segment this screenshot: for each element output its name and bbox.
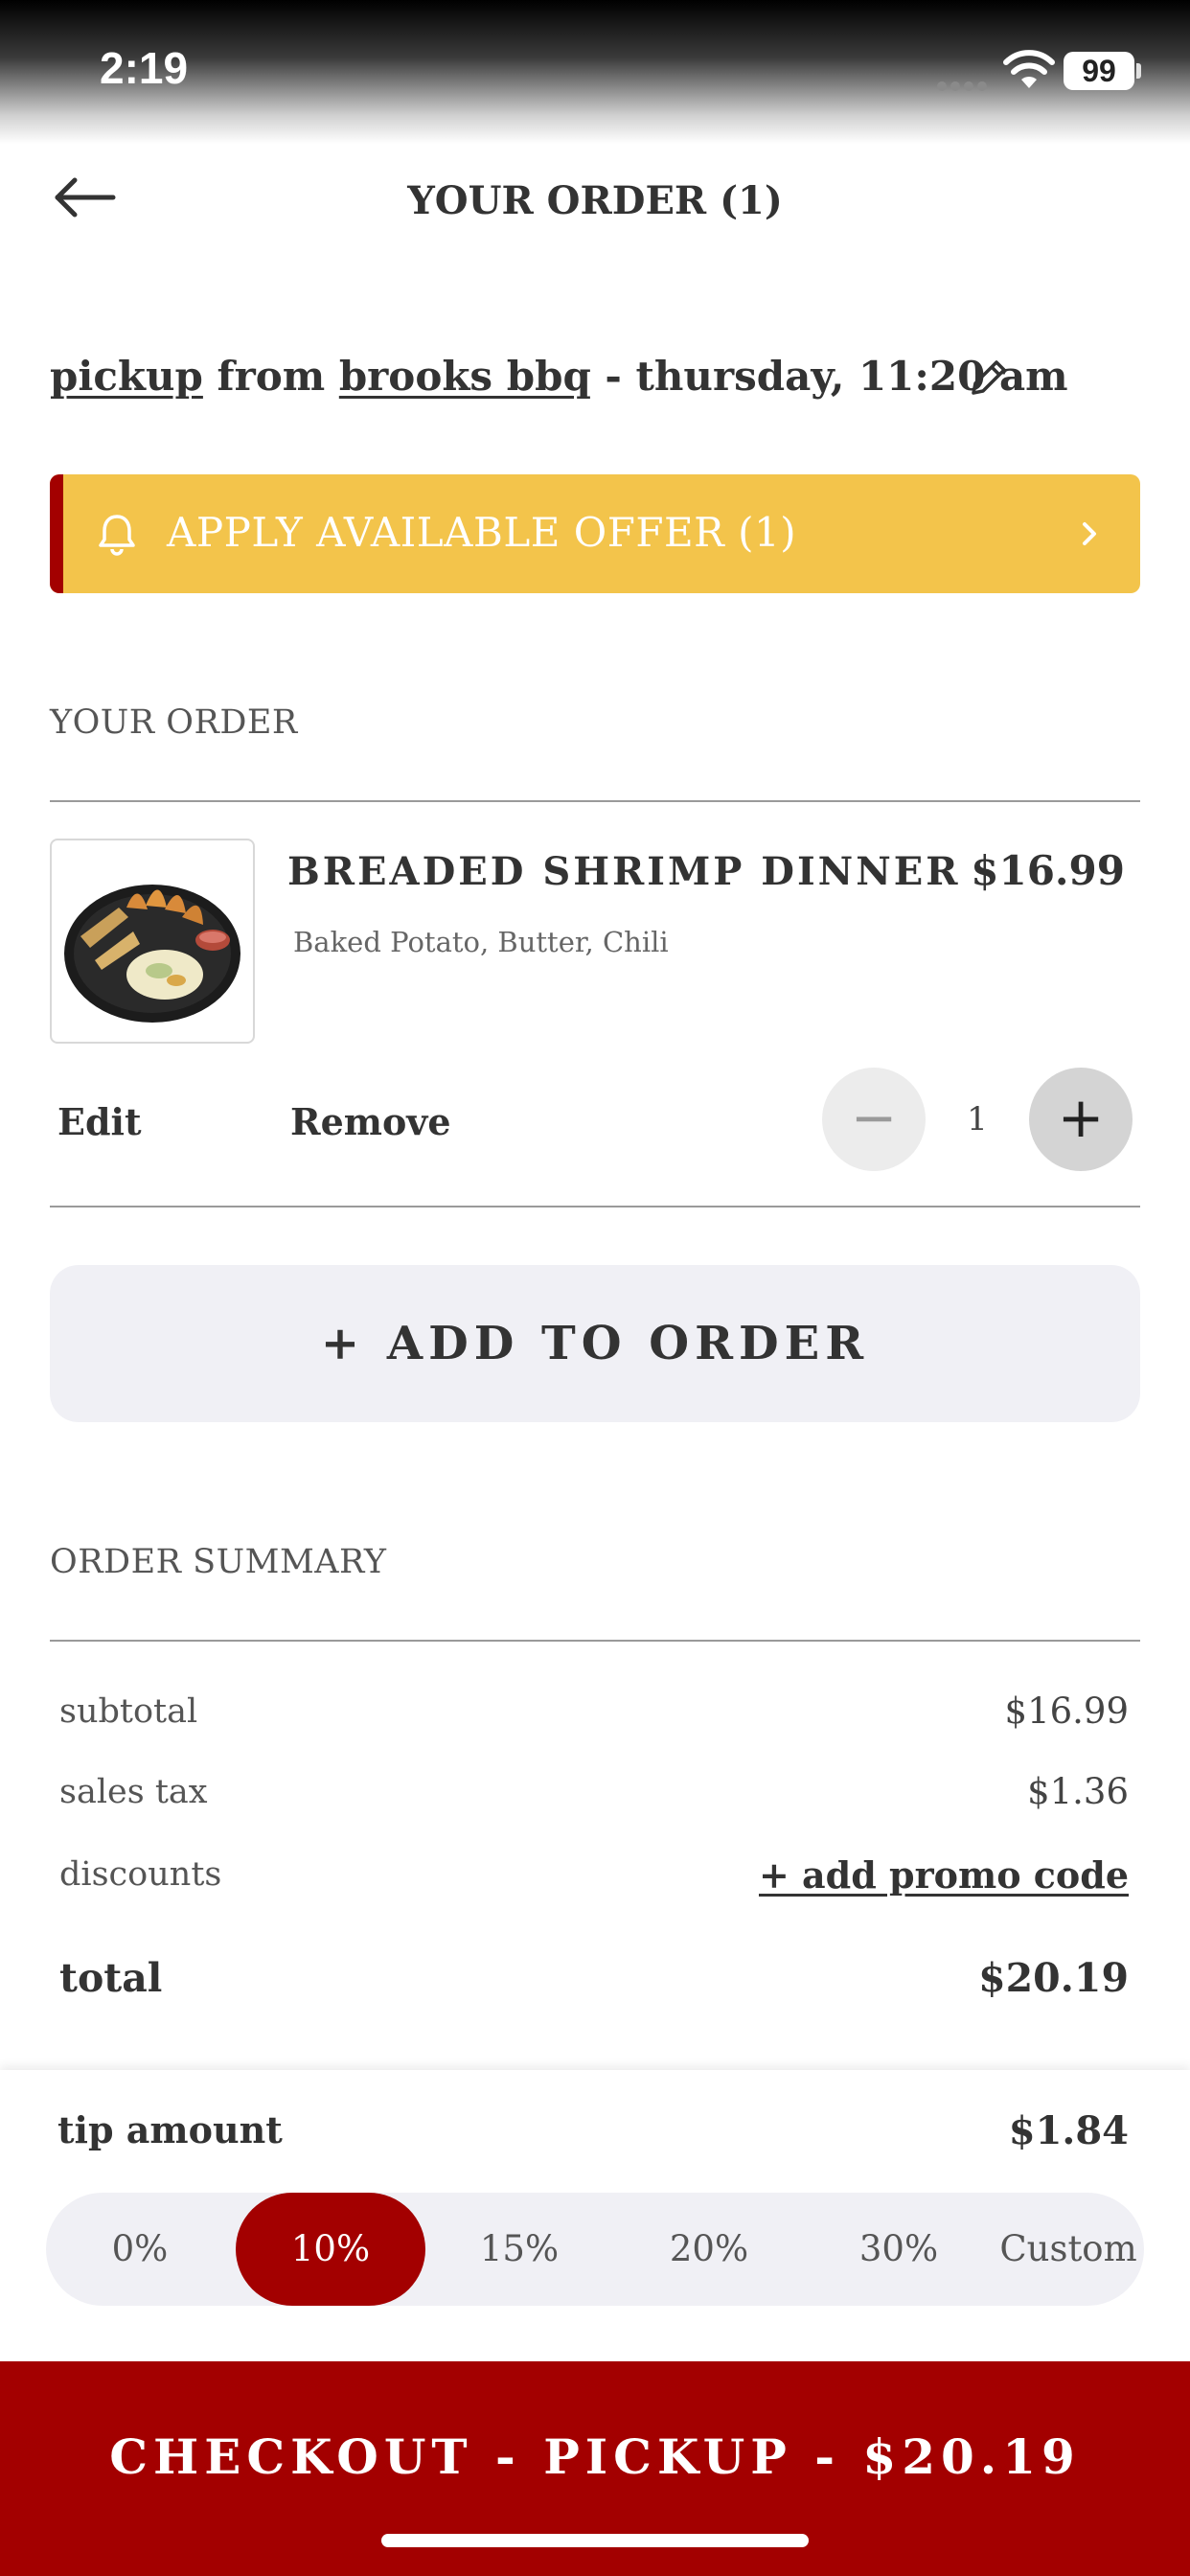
edit-pencil-icon[interactable] [966,356,1010,401]
chevron-right-icon [1083,522,1096,545]
tip-amount-label: tip amount [57,2108,283,2151]
tip-option-0[interactable]: 0% [46,2193,234,2306]
sales-tax-label: sales tax [59,1773,208,1811]
status-time: 2:19 [100,43,189,93]
order-summary-heading: ORDER SUMMARY [50,1543,387,1581]
shrimp-dinner-image [64,885,240,1023]
subtotal-label: subtotal [59,1692,198,1731]
offer-accent-stripe [50,474,63,593]
tip-option-15[interactable]: 15% [425,2193,613,2306]
add-promo-code-link[interactable]: + add promo code [759,1853,1129,1897]
decrease-quantity-button[interactable]: − [822,1068,926,1171]
tip-option-30[interactable]: 30% [805,2193,993,2306]
apply-offer-banner[interactable]: APPLY AVAILABLE OFFER (1) [50,474,1140,593]
battery-tip [1136,63,1141,79]
total-label: total [59,1955,163,2001]
tip-option-20[interactable]: 20% [615,2193,803,2306]
item-price: $16.99 [971,847,1125,894]
cellular-signal-icon [937,77,991,91]
page-title: YOUR ORDER (1) [407,178,783,223]
pickup-mode-link[interactable]: pickup [50,353,203,400]
home-indicator [381,2534,809,2547]
battery-icon: 99 [1064,52,1134,90]
pickup-details: pickup from brooks bbq - thursday, 11:20… [50,353,1068,400]
remove-item-button[interactable]: Remove [290,1100,451,1143]
sales-tax-value: $1.36 [1027,1771,1129,1812]
divider [50,1206,1140,1208]
item-name: BREADED SHRIMP DINNER [287,849,961,894]
item-image [50,839,255,1044]
edit-item-button[interactable]: Edit [57,1100,142,1143]
tip-amount-value: $1.84 [1008,2108,1129,2153]
divider [50,1640,1140,1642]
discounts-label: discounts [59,1855,222,1894]
status-bar: 2:19 99 [0,0,1190,144]
pickup-from-text: from [217,353,326,400]
increase-quantity-button[interactable]: + [1029,1068,1133,1171]
offer-label: APPLY AVAILABLE OFFER (1) [167,509,797,556]
wifi-icon [1003,50,1055,88]
tip-option-10[interactable]: 10% [236,2193,425,2306]
pickup-location-link[interactable]: brooks bbq [339,353,591,400]
item-quantity: 1 [967,1100,988,1138]
divider [50,800,1140,802]
total-value: $20.19 [978,1955,1129,2001]
subtotal-value: $16.99 [1004,1690,1129,1732]
item-modifiers: Baked Potato, Butter, Chili [293,926,669,958]
your-order-heading: YOUR ORDER [50,703,298,742]
add-to-order-button[interactable]: + ADD TO ORDER [50,1265,1140,1422]
tip-option-custom[interactable]: Custom [993,2193,1144,2306]
checkout-label[interactable]: CHECKOUT - PICKUP - $20.19 [0,2428,1190,2485]
bell-icon [99,515,135,556]
